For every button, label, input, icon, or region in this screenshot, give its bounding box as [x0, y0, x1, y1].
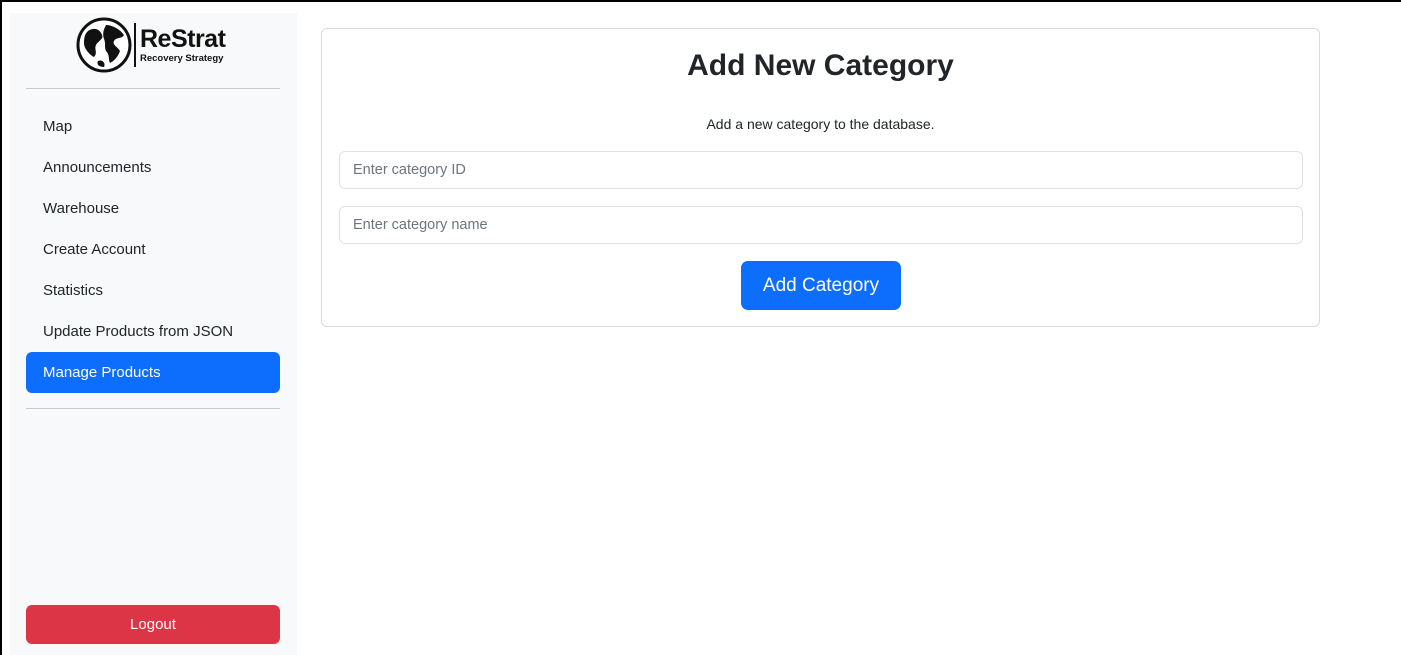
- category-id-input[interactable]: [339, 151, 1303, 189]
- sidebar-divider-bottom: [26, 408, 280, 409]
- brand-logo[interactable]: ReStrat Recovery Strategy: [76, 17, 236, 73]
- sidebar-item-manage-products[interactable]: Manage Products: [26, 352, 280, 393]
- brand-tagline: Recovery Strategy: [140, 52, 224, 64]
- sidebar-item-update-products[interactable]: Update Products from JSON: [26, 311, 280, 352]
- brand-divider: [134, 23, 136, 67]
- page-description: Add a new category to the database.: [706, 116, 935, 132]
- sidebar-item-statistics[interactable]: Statistics: [26, 270, 280, 311]
- sidebar-nav: Map Announcements Warehouse Create Accou…: [26, 106, 280, 393]
- sidebar-item-announcements[interactable]: Announcements: [26, 147, 280, 188]
- sidebar-item-warehouse[interactable]: Warehouse: [26, 188, 280, 229]
- sidebar-item-map[interactable]: Map: [26, 106, 280, 147]
- brand-text: ReStrat Recovery Strategy: [140, 24, 226, 64]
- brand-name: ReStrat: [140, 24, 226, 53]
- page-title: Add New Category: [687, 49, 954, 82]
- sidebar-item-create-account[interactable]: Create Account: [26, 229, 280, 270]
- sidebar-divider-top: [26, 88, 280, 89]
- add-category-button[interactable]: Add Category: [741, 261, 901, 310]
- sidebar: ReStrat Recovery Strategy Map Announceme…: [10, 13, 297, 655]
- category-name-input[interactable]: [339, 206, 1303, 244]
- add-category-card: Add New Category Add a new category to t…: [321, 28, 1320, 327]
- globe-icon: [76, 17, 132, 73]
- logout-button[interactable]: Logout: [26, 605, 280, 644]
